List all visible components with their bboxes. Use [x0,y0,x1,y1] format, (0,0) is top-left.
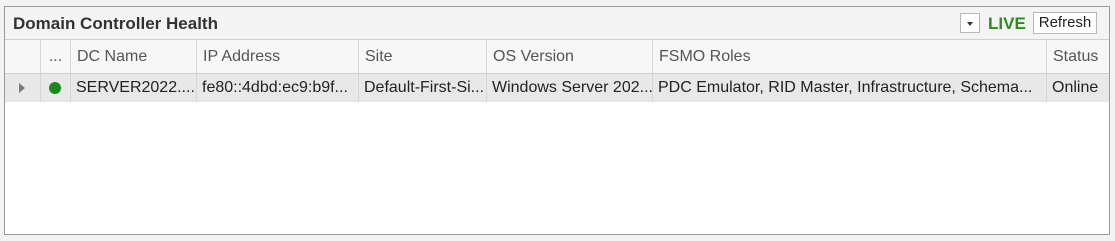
column-header-indicator[interactable]: ... [41,40,71,73]
live-indicator: LIVE [988,14,1026,33]
column-header-site[interactable]: Site [359,40,487,73]
expand-arrow-icon[interactable] [19,83,25,93]
cell-fsmo-roles[interactable]: PDC Emulator, RID Master, Infrastructure… [653,74,1047,102]
row-indicator-cell [41,74,71,102]
dc-health-grid: ... DC Name IP Address Site OS Version F… [5,40,1109,234]
column-header-fsmo-roles[interactable]: FSMO Roles [653,40,1047,73]
column-header-status[interactable]: Status [1047,40,1109,73]
table-row[interactable]: SERVER2022.... fe80::4dbd:ec9:b9f... Def… [5,74,1109,102]
panel-title: Domain Controller Health [13,14,218,33]
options-dropdown-button[interactable] [960,13,980,33]
cell-status[interactable]: Online [1047,74,1109,102]
domain-controller-health-panel: Domain Controller Health LIVE Refresh ..… [4,6,1110,235]
grid-header: ... DC Name IP Address Site OS Version F… [5,40,1109,74]
column-header-os-version[interactable]: OS Version [487,40,653,73]
green-status-dot-icon [49,82,61,94]
cell-ip-address[interactable]: fe80::4dbd:ec9:b9f... [197,74,359,102]
refresh-button[interactable]: Refresh [1033,12,1097,34]
column-header-dc-name[interactable]: DC Name [71,40,197,73]
column-header-ip-address[interactable]: IP Address [197,40,359,73]
cell-site[interactable]: Default-First-Si... [359,74,487,102]
row-expander-cell[interactable] [5,74,41,102]
chevron-down-icon [967,22,973,26]
cell-os-version[interactable]: Windows Server 202... [487,74,653,102]
panel-titlebar: Domain Controller Health LIVE Refresh [5,7,1109,40]
column-header-expander [5,40,41,73]
cell-dc-name[interactable]: SERVER2022.... [71,74,197,102]
